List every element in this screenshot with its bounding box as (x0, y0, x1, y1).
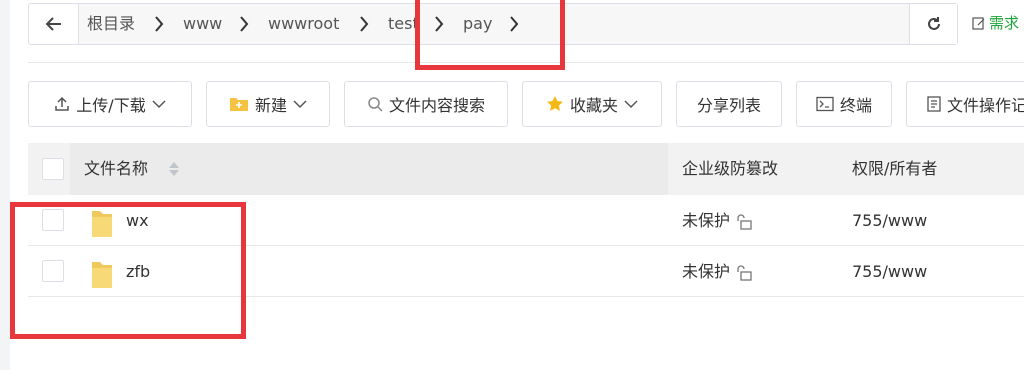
chevron-right-icon (155, 16, 164, 32)
highlight-box-path (415, 0, 565, 70)
edit-icon (972, 16, 985, 30)
chevron-right-icon (360, 16, 369, 32)
star-icon (547, 96, 563, 111)
column-permission: 权限/所有者 (852, 159, 938, 178)
chevron-down-icon (293, 100, 307, 109)
new-label: 新建 (254, 96, 287, 115)
permission[interactable]: 755/www (852, 246, 927, 297)
refresh-icon (927, 17, 940, 30)
back-button[interactable] (29, 4, 79, 44)
need-label: 需求 (989, 14, 1020, 32)
upload-icon (55, 96, 70, 111)
new-button[interactable]: 新建 (206, 81, 330, 127)
crumb-root[interactable]: 根目录 (87, 4, 135, 44)
permission[interactable]: 755/www (852, 195, 927, 246)
need-link[interactable]: 需求 (972, 12, 1019, 33)
search-icon (368, 97, 383, 112)
file-ops-log-button[interactable]: 文件操作记录 (906, 81, 1024, 127)
sort-icon[interactable] (168, 160, 180, 178)
upload-label: 上传/下载 (76, 96, 146, 115)
refresh-button[interactable] (909, 4, 957, 44)
arrow-left-icon (45, 17, 61, 31)
new-folder-icon (229, 98, 248, 111)
terminal-button[interactable]: 终端 (796, 81, 892, 127)
highlight-box-folders (10, 202, 246, 339)
chevron-right-icon (240, 16, 249, 32)
crumb-wwwroot[interactable]: wwwroot (268, 4, 339, 44)
chevron-down-icon (624, 100, 638, 109)
table-header: 文件名称 企业级防篡改 权限/所有者 (28, 143, 1024, 195)
upload-download-button[interactable]: 上传/下载 (28, 81, 192, 127)
share-list-label: 分享列表 (696, 96, 761, 115)
file-manager: 根目录 www wwwroot test pay 需求 上传/下载 新建 文件内… (0, 0, 1024, 370)
favorites-label: 收藏夹 (569, 96, 618, 115)
search-label: 文件内容搜索 (388, 96, 485, 115)
sidebar-edge (0, 0, 10, 370)
document-icon (927, 96, 941, 112)
terminal-label: 终端 (839, 96, 872, 115)
protect-status: 未保护 (682, 211, 731, 230)
terminal-icon (816, 96, 834, 112)
share-list-button[interactable]: 分享列表 (676, 81, 782, 127)
protect-status: 未保护 (682, 262, 731, 281)
file-ops-label: 文件操作记录 (947, 96, 1024, 115)
favorites-button[interactable]: 收藏夹 (522, 81, 662, 127)
column-protect: 企业级防篡改 (682, 159, 779, 178)
content-search-button[interactable]: 文件内容搜索 (344, 81, 508, 127)
chevron-down-icon (152, 100, 166, 109)
unlock-icon[interactable] (736, 264, 752, 282)
column-name[interactable]: 文件名称 (84, 143, 148, 195)
name-column-bg (70, 143, 668, 195)
crumb-www[interactable]: www (183, 4, 222, 44)
unlock-icon[interactable] (736, 213, 752, 231)
select-all-checkbox[interactable] (42, 158, 64, 180)
